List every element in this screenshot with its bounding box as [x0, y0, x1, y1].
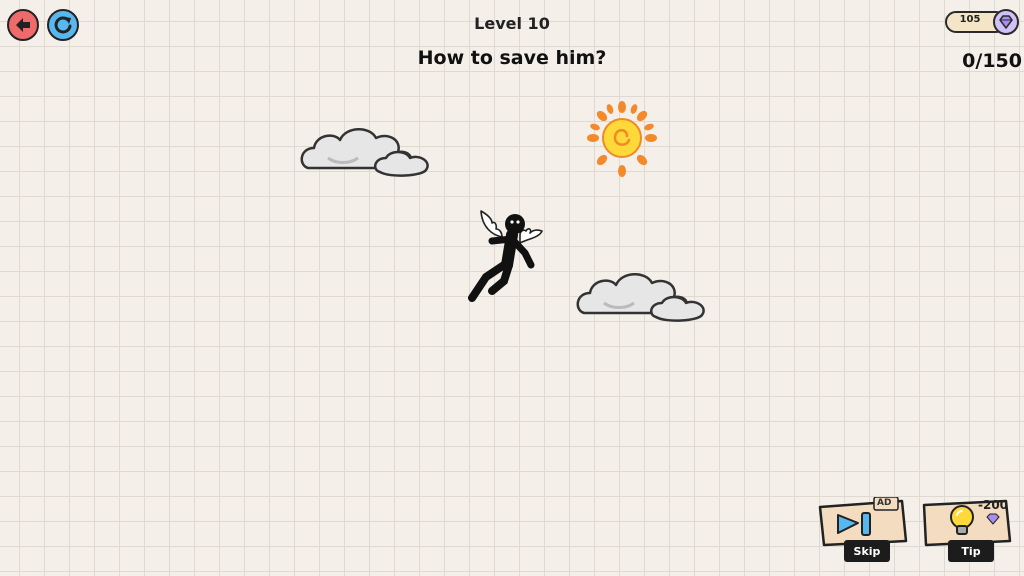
skip-label: Skip [844, 540, 890, 562]
question-text: How to save him? [417, 47, 607, 69]
lightbulb-icon [950, 505, 974, 535]
level-title: Level 10 [474, 14, 550, 33]
tip-label: Tip [948, 540, 994, 562]
tip-button[interactable]: -200 Tip [920, 497, 1014, 562]
restart-button[interactable] [47, 9, 79, 41]
cloud [576, 273, 705, 322]
cloud [300, 128, 429, 177]
winged-stickman [468, 210, 543, 302]
gem-count: 105 [959, 14, 981, 25]
skip-button[interactable]: AD Skip [816, 497, 910, 562]
ad-badge: AD [877, 498, 892, 508]
gem-icon [993, 9, 1019, 35]
video-play-icon [837, 512, 871, 536]
progress-counter: 0/150 [962, 50, 1022, 72]
sun [587, 101, 657, 177]
back-button[interactable] [7, 9, 39, 41]
back-arrow-icon [16, 18, 30, 32]
tip-cost: -200 [978, 498, 1009, 512]
restart-icon [54, 16, 72, 34]
gem-icon [986, 513, 1000, 525]
